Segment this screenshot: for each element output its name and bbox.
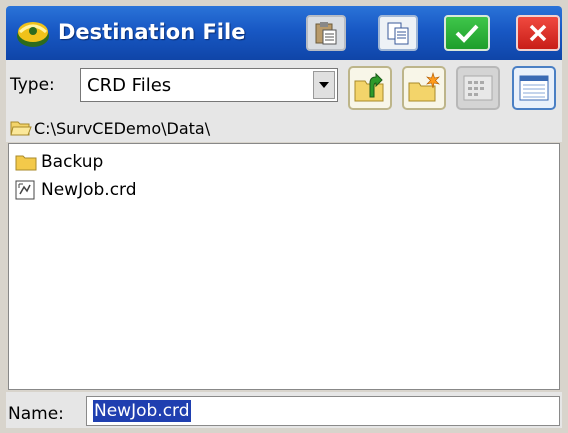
list-view-button[interactable] <box>456 66 500 110</box>
file-list[interactable]: Backup NewJob.crd <box>8 143 560 390</box>
toolbar: Type: CRD Files <box>6 60 562 114</box>
type-label: Type: <box>10 75 55 95</box>
close-icon <box>529 24 547 42</box>
name-bar: Name: NewJob.crd <box>6 392 562 428</box>
type-select[interactable]: CRD Files <box>80 68 338 102</box>
file-name-input[interactable]: NewJob.crd <box>86 396 560 426</box>
open-folder-icon <box>10 121 32 136</box>
list-item-label: NewJob.crd <box>41 180 137 200</box>
new-folder-button[interactable] <box>402 66 446 110</box>
list-view-icon <box>463 75 493 101</box>
list-item-folder[interactable]: Backup <box>15 150 103 174</box>
current-path: C:\SurvCEDemo\Data\ <box>34 119 211 138</box>
crd-file-icon <box>15 180 35 200</box>
app-logo-icon <box>17 22 49 47</box>
paste-icon <box>315 22 337 45</box>
details-view-icon <box>519 75 549 101</box>
folder-up-icon <box>354 72 384 102</box>
name-label: Name: <box>8 404 64 424</box>
dropdown-arrow-icon[interactable] <box>313 71 335 99</box>
type-select-value: CRD Files <box>87 75 172 96</box>
close-button[interactable] <box>516 15 560 51</box>
list-item-file[interactable]: NewJob.crd <box>15 178 137 202</box>
folder-up-button[interactable] <box>348 66 392 110</box>
folder-icon <box>15 155 37 171</box>
copy-button[interactable] <box>378 15 418 51</box>
paste-button[interactable] <box>306 15 346 51</box>
new-folder-icon <box>408 71 440 102</box>
copy-icon <box>387 22 409 45</box>
details-view-button[interactable] <box>512 66 556 110</box>
checkmark-icon <box>455 24 479 43</box>
title-bar: Destination File <box>6 6 562 60</box>
list-item-label: Backup <box>41 152 104 172</box>
path-bar: C:\SurvCEDemo\Data\ <box>6 114 562 142</box>
ok-button[interactable] <box>444 15 490 51</box>
file-name-value: NewJob.crd <box>93 400 191 422</box>
window-title: Destination File <box>58 20 246 44</box>
